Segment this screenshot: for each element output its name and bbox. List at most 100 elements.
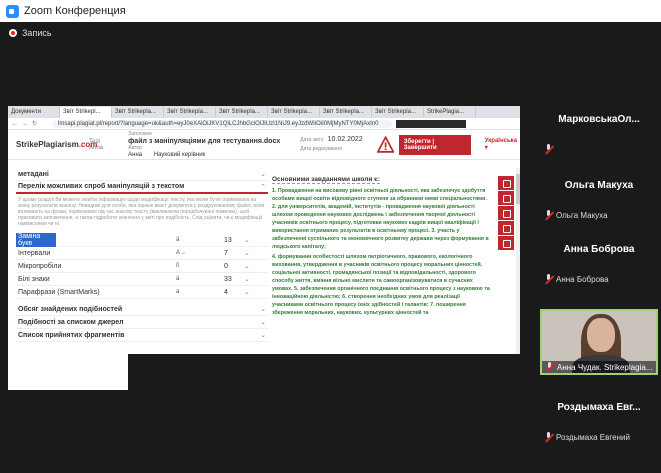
browser-tab[interactable]: Звіт Strikepla... bbox=[164, 107, 216, 118]
edit-date-caption: Дата редагування bbox=[300, 146, 342, 152]
file-name: файл з маніпуляціями для тестування.docx bbox=[128, 137, 281, 145]
chevron-down-icon: ⌄ bbox=[244, 237, 250, 244]
section-label: Перелік можливих спроб маніпуляцій з тек… bbox=[18, 183, 185, 190]
recording-label: Запись bbox=[22, 28, 52, 38]
section-label: Список прийнятих фрагментів bbox=[18, 331, 125, 339]
participant-name: Ольга Макуха bbox=[564, 180, 634, 191]
address-bar: ←→↻ lmsapi.plagiat.pl/report/?language=u… bbox=[8, 118, 520, 130]
browser-tabs: Документи Звіт Strikepl... Звіт Strikepl… bbox=[8, 106, 520, 118]
date-caption: Дата звіту bbox=[300, 137, 324, 143]
logo-text: StrikePlagiarism bbox=[16, 140, 79, 149]
report-date: 10.02.2022 bbox=[327, 136, 363, 143]
microspace-icon: 0 bbox=[176, 263, 180, 269]
chevron-up-icon: ⌃ bbox=[260, 183, 266, 191]
zoom-logo-icon bbox=[6, 4, 19, 18]
zoom-titlebar: Zoom Конференция bbox=[0, 0, 661, 22]
person-face bbox=[587, 318, 615, 352]
document-toolbar bbox=[498, 176, 514, 251]
window-title: Zoom Конференция bbox=[24, 5, 126, 17]
manipulation-row[interactable]: Заміна букв ä 13 ⌄ bbox=[16, 233, 268, 247]
manipulation-row[interactable]: Білі знаки ä 33 ⌄ bbox=[16, 273, 268, 286]
supervisor-caption: Науковий керівник bbox=[153, 151, 206, 158]
participant-video-active[interactable]: Анна Чудак. Strikeplagia... bbox=[540, 309, 658, 375]
section-manipulations[interactable]: Перелік можливих спроб маніпуляцій з тек… bbox=[16, 181, 268, 194]
author-name: Анна bbox=[128, 151, 143, 158]
browser-tab[interactable]: Документи bbox=[8, 107, 60, 118]
chevron-down-icon: ⌄ bbox=[244, 250, 250, 257]
author-caption: Автор bbox=[128, 144, 142, 151]
chevron-down-icon: ⌄ bbox=[244, 276, 250, 283]
document-heading: Основними завданнями школи є: bbox=[272, 176, 380, 184]
participant-tile[interactable]: Роздымаха Евг... Роздымаха Евгений bbox=[540, 380, 658, 444]
participant-name: Анна Боброва bbox=[563, 244, 635, 255]
section-metadata[interactable]: метадані ⌄ bbox=[16, 168, 268, 181]
section-similarity-sources[interactable]: Подібності за списком джерел ⌄ bbox=[16, 316, 268, 329]
manipulation-row[interactable]: Парафрази (SmartMarks) a 4 ⌄ bbox=[16, 286, 268, 299]
participant-tag: Роздымаха Евгений bbox=[544, 432, 630, 442]
browser-tab[interactable]: Звіт Strikepla... bbox=[372, 107, 424, 118]
chevron-down-icon: ⌄ bbox=[260, 319, 266, 326]
spacing-icon: A→ bbox=[176, 250, 187, 256]
manipulation-name: Інтервали bbox=[18, 249, 51, 257]
browser-tab[interactable]: Звіт Strikepla... bbox=[216, 107, 268, 118]
manipulation-name: Мікропробіли bbox=[18, 262, 62, 270]
manipulations-description: У цьому розділі Ви можете знайти інформа… bbox=[18, 197, 265, 227]
participant-tag bbox=[544, 144, 556, 154]
manipulation-row[interactable]: Інтервали A→ 7 ⌄ bbox=[16, 247, 268, 260]
participant-tile[interactable]: МарковськаОл... bbox=[540, 92, 658, 156]
browser-tab[interactable]: Звіт Strikepla... bbox=[112, 107, 164, 118]
account-name: Test Anna bbox=[89, 138, 104, 151]
chevron-down-icon: ⌄ bbox=[260, 332, 266, 339]
zoom-out-icon[interactable] bbox=[498, 236, 514, 251]
participant-tag-text: Ольга Макуха bbox=[556, 210, 608, 220]
participant-tile[interactable]: Ольга Макуха Ольга Макуха bbox=[540, 158, 658, 222]
browser-tab-active[interactable]: Звіт Strikepl... bbox=[60, 107, 112, 118]
manipulation-count: 7 bbox=[224, 249, 228, 257]
document-paragraph-1: 1. Провадження на високому рівні освітнь… bbox=[272, 188, 489, 250]
warning-icon bbox=[376, 135, 394, 153]
document-meta: Заголовок файл з маніпуляціями для тесту… bbox=[128, 131, 300, 159]
redacted-area bbox=[396, 120, 466, 128]
record-dot-icon bbox=[9, 29, 17, 37]
letter-replacement-icon: ä bbox=[176, 237, 180, 243]
title-caption: Заголовок bbox=[128, 130, 152, 137]
section-label: Подібності за списком джерел bbox=[18, 318, 124, 326]
document-text: Основними завданнями школи є: 1. Провадж… bbox=[272, 176, 492, 356]
muted-mic-icon bbox=[544, 274, 553, 284]
shared-screen: Документи Звіт Strikepl... Звіт Strikepl… bbox=[8, 106, 520, 390]
recording-indicator[interactable]: Запись bbox=[9, 28, 52, 38]
document-scrollbar[interactable] bbox=[516, 168, 520, 354]
white-chars-icon: ä bbox=[176, 276, 180, 282]
chevron-down-icon: ⌄ bbox=[260, 306, 266, 313]
manipulation-count: 13 bbox=[224, 236, 232, 244]
section-label: Обсяг знайдених подібностей bbox=[18, 305, 123, 313]
paraphrase-icon: a bbox=[176, 289, 180, 295]
participant-name: Роздымаха Евг... bbox=[557, 402, 641, 413]
manipulation-count: 33 bbox=[224, 275, 232, 283]
participant-tile[interactable]: Анна Боброва Анна Боброва bbox=[540, 222, 658, 286]
manipulation-name: Заміна букв bbox=[16, 233, 56, 247]
participant-tag: Ольга Макуха bbox=[544, 210, 608, 220]
date-box: Дата звіту 10.02.2022 Дата редагування bbox=[300, 135, 376, 154]
manipulation-row[interactable]: Мікропробіли 0 0 ⌄ bbox=[16, 260, 268, 273]
url-field[interactable]: lmsapi.plagiat.pl/report/?language=uk&au… bbox=[52, 119, 392, 128]
print-icon[interactable] bbox=[498, 191, 514, 206]
muted-mic-icon bbox=[544, 432, 553, 442]
browser-tab[interactable]: Звіт Strikepla... bbox=[268, 107, 320, 118]
zoom-in-icon[interactable] bbox=[498, 221, 514, 236]
language-select[interactable]: Українська ▾ bbox=[485, 138, 520, 151]
video-tag-text: Анна Чудак. Strikeplagia... bbox=[557, 362, 653, 372]
participant-tag-text: Роздымаха Евгений bbox=[556, 432, 630, 442]
save-finish-button[interactable]: Зберегти | Завершити bbox=[398, 134, 471, 155]
browser-tab[interactable]: Звіт Strikepla... bbox=[320, 107, 372, 118]
screen-occlusion bbox=[128, 354, 520, 390]
section-similarity-volume[interactable]: Обсяг знайдених подібностей ⌄ bbox=[16, 303, 268, 316]
download-icon[interactable] bbox=[498, 206, 514, 221]
nav-arrows-icon[interactable]: ←→↻ bbox=[12, 120, 52, 127]
participant-tag: Анна Боброва bbox=[544, 274, 609, 284]
share-icon[interactable] bbox=[498, 176, 514, 191]
section-accepted-fragments[interactable]: Список прийнятих фрагментів ⌄ bbox=[16, 329, 268, 342]
section-label: метадані bbox=[18, 170, 49, 178]
browser-tab[interactable]: StrikePlagia... bbox=[424, 107, 476, 118]
muted-mic-icon bbox=[544, 210, 553, 220]
